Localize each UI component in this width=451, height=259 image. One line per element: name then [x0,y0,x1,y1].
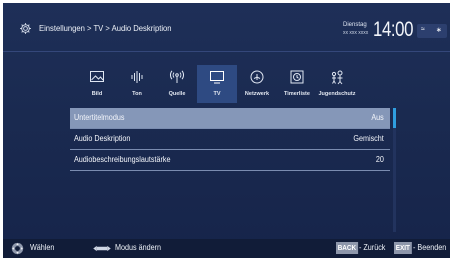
footer-select-label: Wählen [30,243,55,252]
footer-back-label: - Zurück [359,243,386,252]
back-key[interactable]: BACK [336,242,358,254]
connectivity-status: ≈ ∗ [417,24,447,38]
tab-jugendschutz[interactable]: Jugendschutz [317,65,357,103]
dpad-icon [11,242,24,255]
tab-ton[interactable]: Ton [117,65,157,103]
tab-label: Bild [91,91,103,97]
tab-netzwerk[interactable]: Netzwerk [237,65,277,103]
source-icon [170,70,184,83]
bluetooth-icon: ∗ [436,27,442,34]
header-divider [3,51,450,52]
clock-time: 14:00 [373,18,414,41]
menu-row-label: Audiobeschreibungslautstärke [74,155,171,164]
tab-timerliste[interactable]: Timerliste [277,65,317,103]
tab-label: Ton [132,91,142,97]
tab-label: Jugendschutz [318,91,356,97]
left-right-arrows-icon [93,245,111,252]
menu-row-label: Untertitelmodus [74,113,125,122]
timer-list-icon [290,70,304,84]
tab-label: Netzwerk [244,91,270,97]
breadcrumb: Einstellungen > TV > Audio Deskription [39,23,172,33]
wifi-icon: ≈ [421,26,425,33]
tab-tv[interactable]: TV [197,65,237,103]
footer-mode-label: Modus ändern [115,243,162,252]
category-bar: Bild Ton Quelle TV Netzwerk Timerliste J… [77,65,397,103]
clock-day: Dienstag [343,22,367,28]
menu-row-audio-deskription[interactable]: Audio Deskription Gemischt [70,129,390,150]
tab-label: TV [213,91,221,97]
menu-row-audiobeschreibungslautstaerke[interactable]: Audiobeschreibungslautstärke 20 [70,150,390,171]
clock-date: xx xxx xxxx [343,30,369,36]
gear-icon [20,23,31,34]
menu-row-untertitelmodus[interactable]: Untertitelmodus Aus [70,108,390,129]
menu-row-value: Gemischt [353,134,384,143]
exit-key[interactable]: EXIT [394,242,412,254]
scrollbar-thumb[interactable] [393,108,396,128]
tab-label: Timerliste [284,91,310,97]
tv-settings-screen: Einstellungen > TV > Audio Deskription D… [3,3,450,258]
menu-row-value: 20 [375,155,384,164]
menu-row-label: Audio Deskription [74,134,131,143]
tab-bild[interactable]: Bild [77,65,117,103]
parental-control-icon [331,70,343,85]
menu-row-value: Aus [371,113,384,122]
tab-label: Quelle [168,91,186,97]
top-bar: Einstellungen > TV > Audio Deskription D… [3,3,450,51]
picture-icon [90,71,104,82]
settings-menu: Untertitelmodus Aus Audio Deskription Ge… [70,108,390,171]
sound-icon [131,71,143,83]
footer-bar: Wählen Modus ändern BACK - Zurück EXIT -… [3,239,450,258]
tv-icon [210,71,224,84]
tab-quelle[interactable]: Quelle [157,65,197,103]
footer-exit-label: - Beenden [413,243,447,252]
network-icon [250,70,264,84]
